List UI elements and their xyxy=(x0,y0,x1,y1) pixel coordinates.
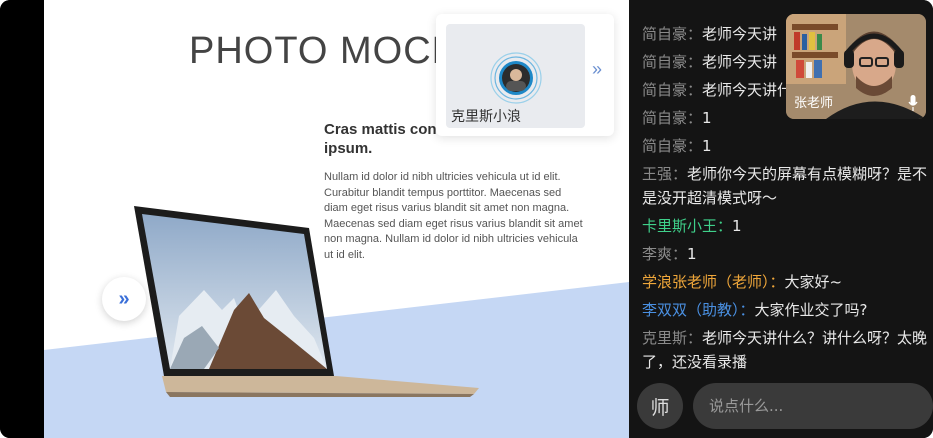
chat-message-text: 大家作业交了吗? xyxy=(754,301,868,319)
chat-message: 卡里斯小王：1 xyxy=(642,212,932,240)
slide-title: PHOTO MOCK- xyxy=(189,30,472,72)
chat-message-sender[interactable]: 简自豪： xyxy=(642,109,702,127)
active-speaker-card: 克里斯小浪 » xyxy=(436,14,614,136)
chat-input[interactable] xyxy=(693,383,933,429)
chat-message-sender[interactable]: 王强： xyxy=(642,165,687,183)
chat-message-text: 大家好~ xyxy=(784,273,843,291)
chat-input-bar: 师 xyxy=(629,375,933,438)
speaker-tile: 克里斯小浪 xyxy=(446,24,585,128)
collapse-speaker-button[interactable]: » xyxy=(592,59,602,80)
chat-message-text: 1 xyxy=(702,109,712,127)
chat-message-sender[interactable]: 简自豪： xyxy=(642,81,702,99)
left-margin xyxy=(0,0,44,438)
chat-message: 简自豪：1 xyxy=(642,132,932,160)
chat-message: 李双双（助教）：大家作业交了吗? xyxy=(642,296,932,324)
double-chevron-right-icon: » xyxy=(592,59,603,79)
teacher-video[interactable]: 张老师 xyxy=(786,14,926,119)
chat-message-sender[interactable]: 学浪张老师（老师）： xyxy=(642,273,785,291)
chat-message: 克里斯：老师今天讲什么？讲什么呀？太晚了，还没看录播 xyxy=(642,324,932,376)
chat-message-text: 1 xyxy=(732,217,742,235)
teacher-video-name: 张老师 xyxy=(794,96,834,111)
chat-message-text: 老师今天讲 xyxy=(702,53,778,71)
next-slide-button[interactable]: » xyxy=(102,277,146,321)
chat-message-sender[interactable]: 卡里斯小王： xyxy=(642,217,732,235)
double-chevron-right-icon: » xyxy=(118,287,130,310)
chat-message-text: 1 xyxy=(687,245,697,263)
live-classroom: PHOTO MOCK- Cras mattis cons fermentum l… xyxy=(0,0,933,438)
chat-message-sender[interactable]: 克里斯： xyxy=(642,329,702,347)
speaking-avatar-icon xyxy=(490,52,542,104)
chat-message-sender[interactable]: 李爽： xyxy=(642,245,687,263)
microphone-icon[interactable] xyxy=(908,95,918,111)
chat-message-sender[interactable]: 简自豪： xyxy=(642,137,702,155)
chat-message: 王强：老师你今天的屏幕有点模糊呀？是不是没开超清模式呀～ xyxy=(642,160,932,212)
chat-message-text: 老师今天讲 xyxy=(702,25,778,43)
chat-message-text: 1 xyxy=(702,137,712,155)
chat-message: 李爽：1 xyxy=(642,240,932,268)
chat-message-sender[interactable]: 简自豪： xyxy=(642,25,702,43)
speaker-name: 克里斯小浪 xyxy=(451,108,521,124)
chat-message-sender[interactable]: 简自豪： xyxy=(642,53,702,71)
chat-message: 学浪张老师（老师）：大家好~ xyxy=(642,268,932,296)
chat-message-sender[interactable]: 李双双（助教）： xyxy=(642,301,755,319)
teacher-role-badge[interactable]: 师 xyxy=(637,383,683,429)
